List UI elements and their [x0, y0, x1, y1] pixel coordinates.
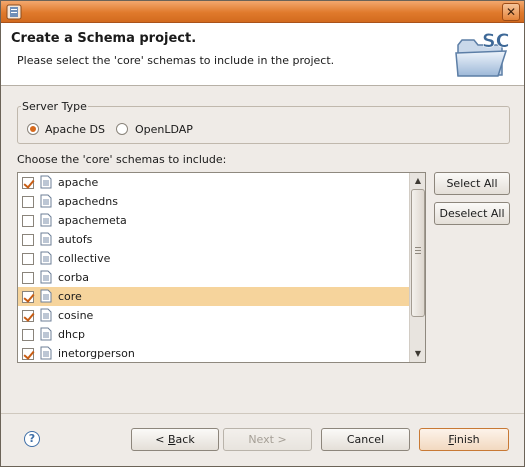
- back-rest: ack: [175, 433, 195, 446]
- schema-list-label: Choose the 'core' schemas to include:: [17, 153, 227, 166]
- list-item-selected[interactable]: core: [18, 287, 410, 306]
- schema-file-icon: [40, 213, 52, 227]
- back-prefix: <: [155, 433, 168, 446]
- schema-name: corba: [58, 271, 90, 284]
- finish-button[interactable]: Finish: [419, 428, 509, 451]
- schema-name: core: [58, 290, 82, 303]
- list-item[interactable]: collective: [18, 249, 410, 268]
- schema-checkbox[interactable]: [22, 196, 34, 208]
- radio-openldap[interactable]: [116, 123, 128, 135]
- schema-file-icon: [40, 327, 52, 341]
- schema-checkbox[interactable]: [22, 291, 34, 303]
- list-item[interactable]: apachemeta: [18, 211, 410, 230]
- schema-file-icon: [40, 308, 52, 322]
- list-item[interactable]: inetorgperson: [18, 344, 410, 362]
- schema-checkbox[interactable]: [22, 329, 34, 341]
- schema-list[interactable]: apache apachedns apachemeta autofs colle…: [17, 172, 426, 363]
- schema-name: apachedns: [58, 195, 118, 208]
- schema-checkbox[interactable]: [22, 348, 34, 360]
- scroll-down-icon[interactable]: ▼: [411, 347, 425, 361]
- back-button[interactable]: < Back: [131, 428, 219, 451]
- list-item[interactable]: apachedns: [18, 192, 410, 211]
- next-button[interactable]: Next >: [223, 428, 312, 451]
- list-scrollbar[interactable]: ▲ ▼: [409, 173, 425, 362]
- schema-file-icon: [40, 270, 52, 284]
- schema-file-icon: [40, 251, 52, 265]
- footer-separator: [1, 413, 524, 414]
- back-mnemonic: B: [168, 433, 176, 446]
- radio-apache-ds-label[interactable]: Apache DS: [45, 123, 105, 136]
- help-icon[interactable]: ?: [24, 431, 40, 447]
- schema-name: apache: [58, 176, 99, 189]
- finish-rest: inish: [453, 433, 480, 446]
- page-title: Create a Schema project.: [11, 31, 197, 46]
- title-bar[interactable]: ✕: [1, 1, 524, 23]
- wizard-window: ✕ Create a Schema project. Please select…: [0, 0, 525, 467]
- schema-file-icon: [40, 175, 52, 189]
- schema-name: cosine: [58, 309, 94, 322]
- list-item[interactable]: apache: [18, 173, 410, 192]
- schema-checkbox[interactable]: [22, 177, 34, 189]
- close-icon[interactable]: ✕: [502, 3, 520, 21]
- select-all-button[interactable]: Select All: [434, 172, 510, 195]
- wizard-header: Create a Schema project. Please select t…: [1, 23, 524, 86]
- schema-name: dhcp: [58, 328, 85, 341]
- schema-checkbox[interactable]: [22, 272, 34, 284]
- list-item[interactable]: autofs: [18, 230, 410, 249]
- schema-name: autofs: [58, 233, 93, 246]
- list-item[interactable]: cosine: [18, 306, 410, 325]
- schema-checkbox[interactable]: [22, 253, 34, 265]
- schema-file-icon: [40, 194, 52, 208]
- deselect-all-button[interactable]: Deselect All: [434, 202, 510, 225]
- grip-icon: [415, 247, 421, 254]
- schema-file-icon: [40, 289, 52, 303]
- scroll-up-icon[interactable]: ▲: [411, 174, 425, 188]
- cancel-button[interactable]: Cancel: [321, 428, 410, 451]
- radio-openldap-label[interactable]: OpenLDAP: [135, 123, 193, 136]
- list-item[interactable]: corba: [18, 268, 410, 287]
- schema-name: apachemeta: [58, 214, 127, 227]
- eclipse-app-icon: [6, 4, 22, 20]
- schema-checkbox[interactable]: [22, 234, 34, 246]
- schema-name: inetorgperson: [58, 347, 135, 360]
- schema-checkbox[interactable]: [22, 215, 34, 227]
- schema-file-icon: [40, 232, 52, 246]
- schema-checkbox[interactable]: [22, 310, 34, 322]
- list-item[interactable]: dhcp: [18, 325, 410, 344]
- radio-apache-ds[interactable]: [27, 123, 39, 135]
- schema-file-icon: [40, 346, 52, 360]
- folder-icon: SC: [455, 30, 510, 77]
- server-type-label: Server Type: [21, 100, 88, 113]
- schema-name: collective: [58, 252, 111, 265]
- page-description: Please select the 'core' schemas to incl…: [17, 54, 335, 67]
- scroll-thumb[interactable]: [411, 189, 425, 317]
- banner-text: SC: [482, 30, 510, 52]
